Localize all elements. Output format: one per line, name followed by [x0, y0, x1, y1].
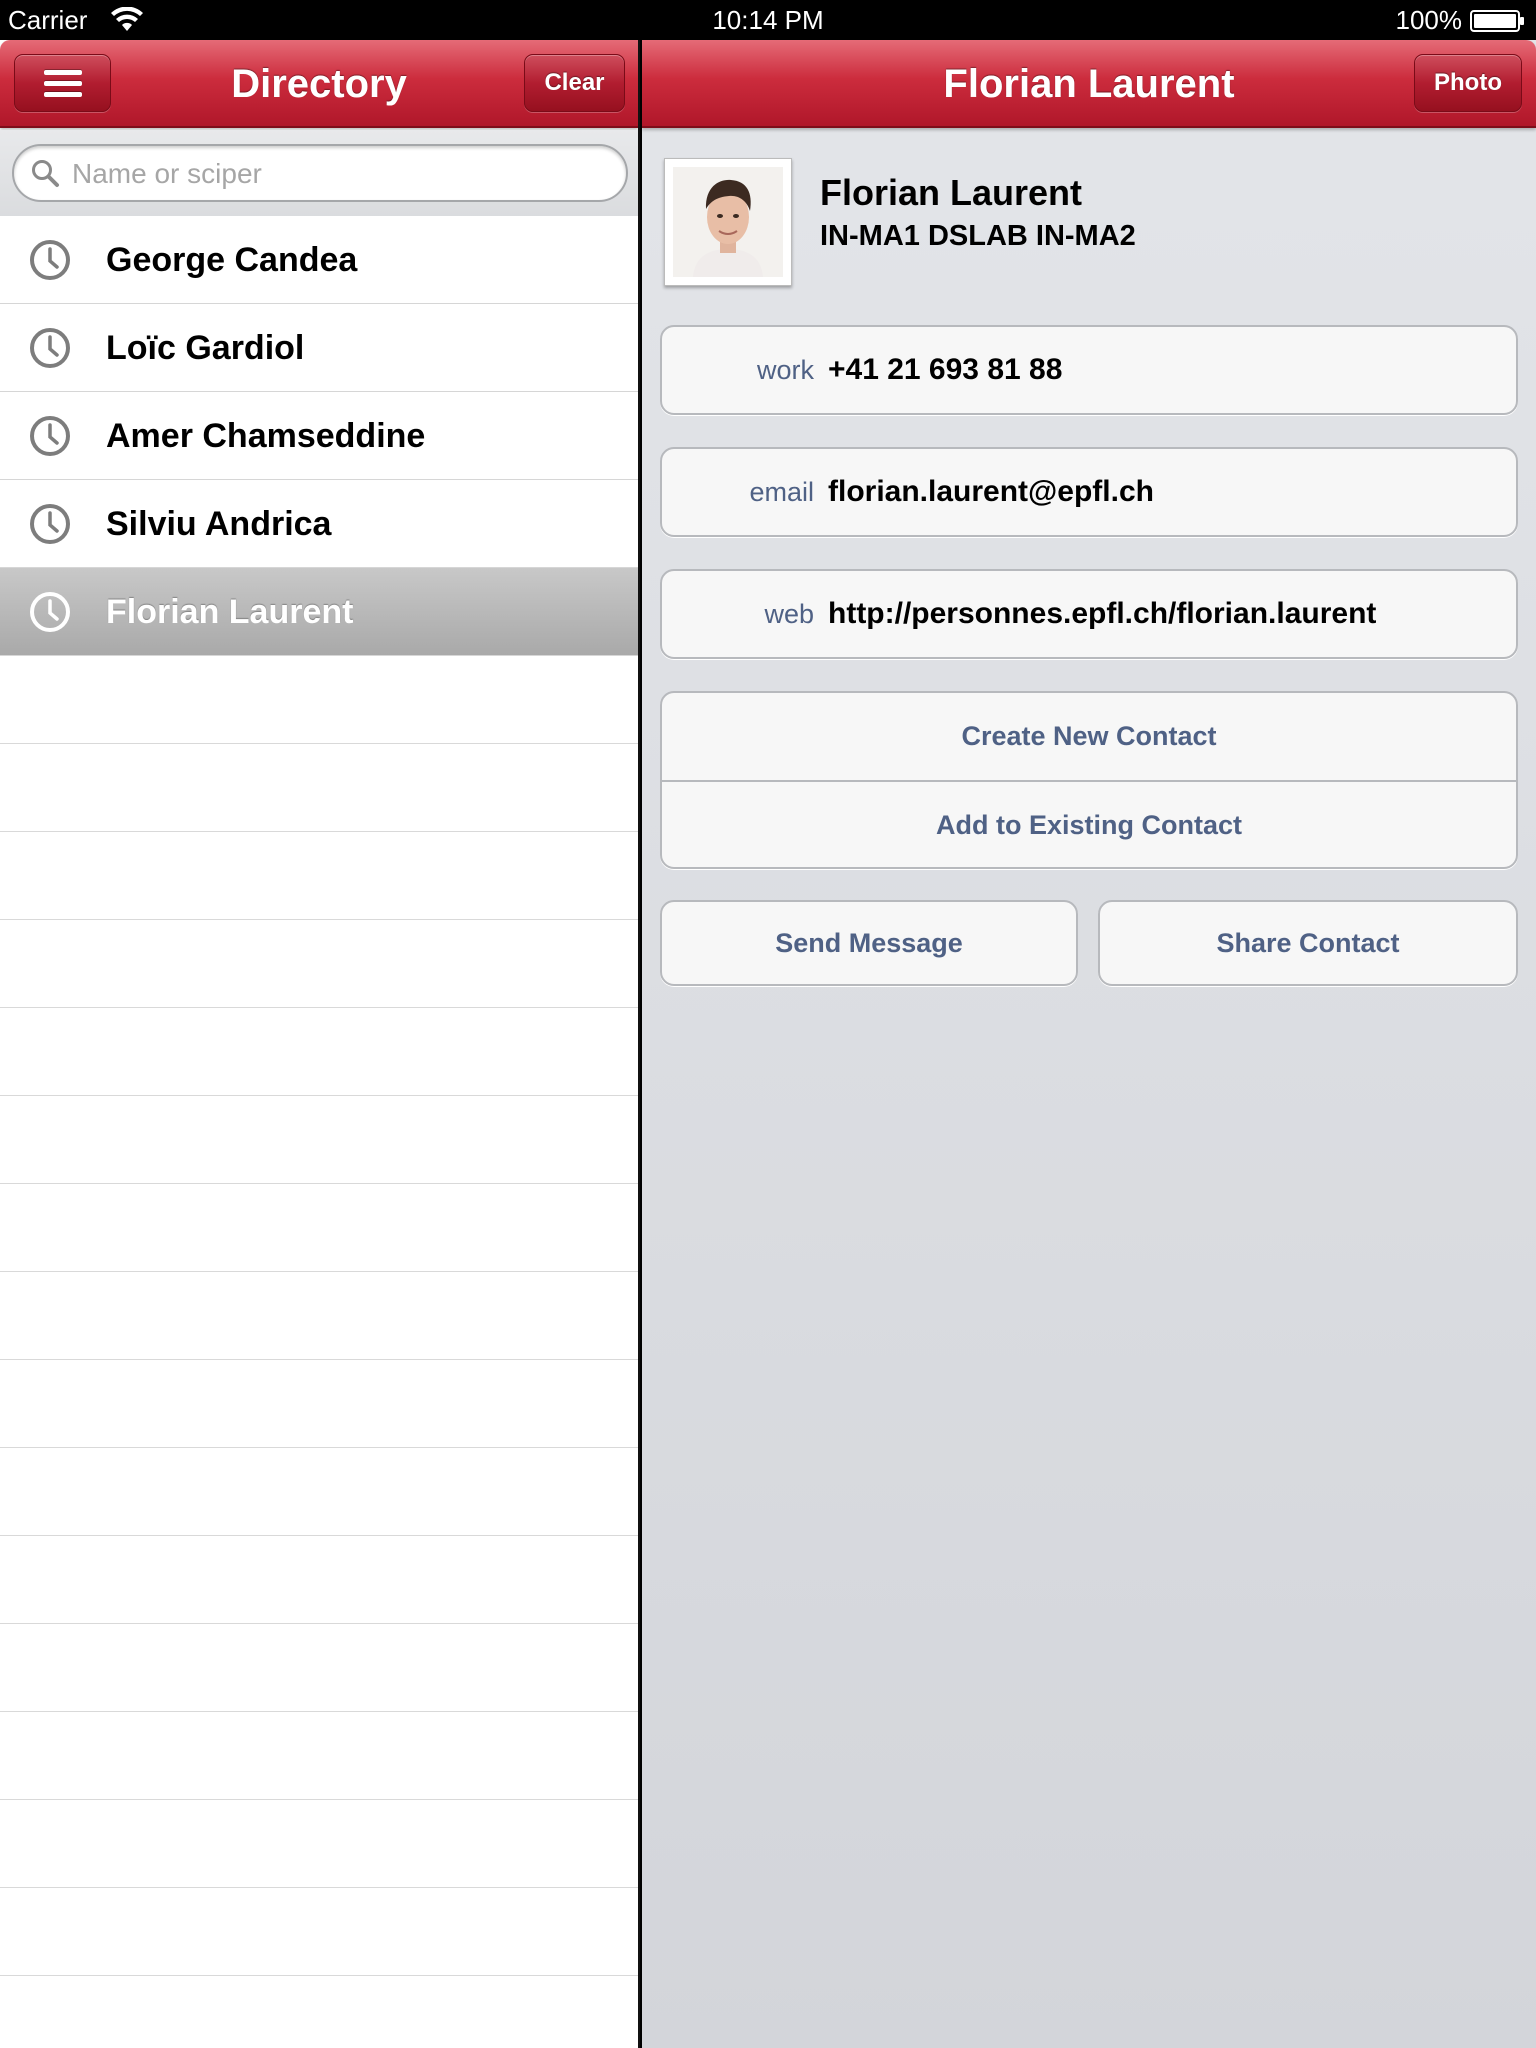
empty-row	[0, 1096, 638, 1184]
clock-icon	[30, 592, 70, 632]
email-field[interactable]: email florian.laurent@epfl.ch	[660, 447, 1518, 537]
clear-button[interactable]: Clear	[524, 54, 625, 112]
detail-pane: Florian Laurent Photo Florian Laurent IN…	[642, 40, 1536, 2048]
directory-navbar: Directory Clear	[0, 40, 638, 128]
menu-button[interactable]	[14, 54, 111, 112]
empty-row	[0, 1448, 638, 1536]
web-field[interactable]: web http://personnes.epfl.ch/florian.lau…	[660, 569, 1518, 659]
empty-row	[0, 744, 638, 832]
person-units: IN-MA1 DSLAB IN-MA2	[820, 220, 1136, 252]
empty-row	[0, 920, 638, 1008]
field-value: florian.laurent@epfl.ch	[828, 475, 1154, 508]
add-to-existing-contact-button[interactable]: Add to Existing Contact	[662, 782, 1516, 869]
empty-row	[0, 1184, 638, 1272]
create-new-contact-button[interactable]: Create New Contact	[662, 693, 1516, 780]
list-item-name: Amer Chamseddine	[106, 417, 426, 455]
list-item-selected[interactable]: Florian Laurent	[0, 568, 638, 656]
contact-actions: Create New Contact Add to Existing Conta…	[660, 691, 1518, 869]
clock-icon	[30, 504, 70, 544]
empty-row	[0, 1536, 638, 1624]
search-field[interactable]	[12, 144, 628, 202]
hamburger-icon	[44, 70, 82, 98]
clock-icon	[30, 240, 70, 280]
clock-icon	[30, 328, 70, 368]
clock-time: 10:14 PM	[712, 5, 824, 35]
person-name: Florian Laurent	[820, 172, 1083, 213]
portrait-image	[673, 167, 783, 277]
field-label: work	[756, 355, 814, 385]
search-input[interactable]	[70, 154, 610, 194]
list-item-name: Silviu Andrica	[106, 505, 332, 543]
battery-percent: 100%	[1395, 5, 1463, 35]
photo-button[interactable]: Photo	[1414, 54, 1522, 112]
list-item[interactable]: Loïc Gardiol	[0, 304, 638, 392]
battery-icon	[1470, 10, 1524, 32]
field-value: http://personnes.epfl.ch/florian.laurent	[828, 597, 1377, 630]
empty-row	[0, 1624, 638, 1712]
list-item[interactable]: George Candea	[0, 216, 638, 304]
empty-row	[0, 1272, 638, 1360]
empty-row	[0, 656, 638, 744]
avatar	[673, 167, 783, 277]
directory-pane: Directory Clear George Candea	[0, 40, 640, 2048]
field-value: +41 21 693 81 88	[828, 353, 1063, 386]
share-contact-button[interactable]: Share Contact	[1098, 900, 1518, 986]
empty-row	[0, 1976, 638, 2048]
empty-row	[0, 1360, 638, 1448]
status-bar: Carrier 10:14 PM 100%	[0, 0, 1536, 40]
list-item[interactable]: Amer Chamseddine	[0, 392, 638, 480]
empty-row	[0, 1712, 638, 1800]
empty-row	[0, 1800, 638, 1888]
detail-navbar: Florian Laurent Photo	[642, 40, 1536, 128]
clock-icon	[30, 416, 70, 456]
history-list: George Candea Loïc Gardiol Amer Chamsedd…	[0, 216, 638, 2048]
field-label: web	[764, 599, 814, 629]
empty-row	[0, 1888, 638, 1976]
list-item-name: Loïc Gardiol	[106, 329, 305, 367]
detail-title: Florian Laurent	[943, 62, 1235, 106]
field-label: email	[749, 477, 814, 507]
empty-row	[0, 832, 638, 920]
send-message-button[interactable]: Send Message	[660, 900, 1078, 986]
profile-photo	[664, 158, 792, 286]
list-item-name: Florian Laurent	[106, 593, 354, 631]
search-icon	[32, 160, 59, 187]
list-item-name: George Candea	[106, 241, 358, 279]
list-item[interactable]: Silviu Andrica	[0, 480, 638, 568]
work-phone-field[interactable]: work +41 21 693 81 88	[660, 325, 1518, 415]
empty-row	[0, 1008, 638, 1096]
